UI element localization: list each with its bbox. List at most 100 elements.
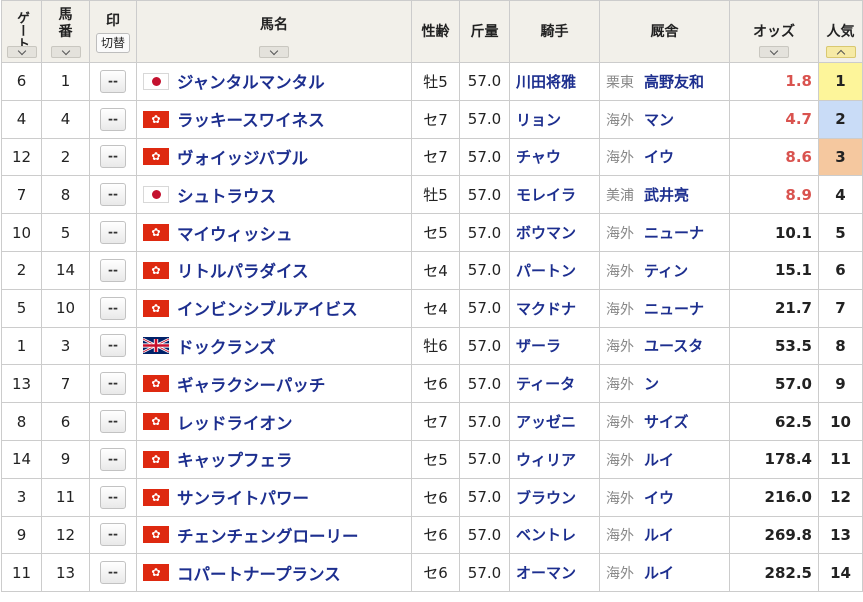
horse-name-link[interactable]: コパートナープランス (177, 565, 341, 584)
trainer-header: 厩舎 (599, 0, 730, 63)
jockey-link[interactable]: ティータ (509, 364, 600, 404)
odds-cell: 269.8 (729, 515, 819, 555)
popularity-sort-button[interactable] (825, 46, 856, 58)
mark-cell: -- (89, 99, 137, 139)
gate-cell: 11 (1, 553, 42, 593)
mark-select-button[interactable]: -- (100, 258, 126, 282)
umaban-header[interactable]: 馬番 (41, 0, 90, 63)
trainer-link[interactable]: サイズ (644, 413, 689, 431)
mark-select-button[interactable]: -- (100, 523, 126, 547)
popularity-cell: 13 (818, 515, 863, 555)
mark-select-button[interactable]: -- (100, 485, 126, 509)
trainer-cell: 海外ン (599, 364, 730, 404)
trainer-link[interactable]: ルイ (644, 526, 674, 544)
horse-name-link[interactable]: ドックランズ (177, 338, 276, 357)
mark-select-button[interactable]: -- (100, 372, 126, 396)
horse-name-cell: ✿ レッドライオン (136, 402, 412, 441)
horse-name-link[interactable]: ラッキースワイネス (177, 111, 325, 130)
trainer-link[interactable]: ン (644, 375, 659, 393)
jockey-link[interactable]: マクドナ (509, 288, 600, 328)
gate-cell: 4 (1, 99, 42, 139)
mark-select-button[interactable]: -- (100, 183, 126, 207)
mark-select-button[interactable]: -- (100, 296, 126, 320)
gate-cell: 10 (1, 213, 42, 252)
jockey-link[interactable]: パートン (509, 250, 600, 290)
horse-name-cell: ✿ リトルパラダイス (136, 250, 412, 290)
jockey-link[interactable]: ベントレ (509, 515, 600, 555)
trainer-link[interactable]: ルイ (644, 564, 674, 582)
trainer-link[interactable]: イウ (644, 148, 674, 166)
name-sort-button[interactable] (259, 46, 289, 58)
table-row: 8 6 -- ✿ レッドライオン セ7 57.0 アッゼニ 海外 サイズ 62.5 10 (1, 402, 863, 441)
popularity-cell: 11 (818, 439, 863, 479)
mark-select-button[interactable]: -- (100, 221, 126, 245)
mark-select-button[interactable]: -- (100, 145, 126, 169)
umaban-header-label: 馬番 (58, 6, 73, 40)
jockey-link[interactable]: ウィリア (509, 439, 600, 479)
trainer-link[interactable]: ティン (644, 262, 688, 280)
jockey-link[interactable]: ザーラ (509, 326, 600, 366)
mark-select-button[interactable]: -- (100, 334, 126, 358)
mark-cell: -- (89, 553, 137, 593)
horse-name-link[interactable]: レッドライオン (177, 414, 293, 433)
horse-name-link[interactable]: ヴォイッジバブル (177, 149, 308, 168)
horse-name-link[interactable]: ジャンタルマンタル (177, 73, 325, 92)
mark-toggle-button[interactable]: 切替 (95, 33, 130, 53)
sex-age-header: 性齢 (411, 0, 460, 63)
mark-select-button[interactable]: -- (100, 69, 126, 93)
jockey-link[interactable]: アッゼニ (509, 402, 600, 441)
mark-select-button[interactable]: -- (100, 410, 126, 434)
chevron-down-icon (17, 46, 26, 55)
odds-sort-button[interactable] (759, 46, 789, 58)
umaban-cell: 14 (41, 250, 90, 290)
mark-cell: -- (89, 250, 137, 290)
mark-select-button[interactable]: -- (100, 561, 126, 585)
popularity-cell: 2 (818, 99, 863, 139)
horse-name-link[interactable]: インビンシブルアイビス (177, 300, 358, 319)
gate-header[interactable]: ゲート (1, 0, 42, 63)
chevron-down-icon (61, 46, 70, 55)
horse-name-link[interactable]: シュトラウス (177, 187, 276, 206)
mark-select-button[interactable]: -- (100, 107, 126, 131)
chevron-down-icon (769, 46, 779, 55)
trainer-link[interactable]: 武井亮 (644, 186, 689, 204)
horse-name-link[interactable]: チェンチェングローリー (177, 527, 359, 546)
trainer-link[interactable]: イウ (644, 489, 674, 507)
jockey-link[interactable]: ボウマン (509, 213, 600, 252)
jockey-link[interactable]: オーマン (509, 553, 600, 593)
odds-header[interactable]: オッズ (729, 0, 819, 63)
gate-sort-button[interactable] (6, 46, 37, 58)
trainer-cell: 美浦 武井亮 (599, 175, 730, 215)
mark-cell: -- (89, 288, 137, 328)
horse-name-link[interactable]: キャップフェラ (177, 451, 293, 470)
umaban-sort-button[interactable] (50, 46, 81, 58)
umaban-cell: 6 (41, 402, 90, 441)
trainer-cell: 海外 ルイ (599, 553, 730, 593)
jockey-link[interactable]: チャウ (509, 137, 600, 177)
trainer-link[interactable]: ルイ (644, 451, 674, 469)
umaban-cell: 13 (41, 553, 90, 593)
trainer-link[interactable]: マン (644, 111, 674, 129)
odds-cell: 21.7 (729, 288, 819, 328)
horse-name-link[interactable]: マイウィッシュ (177, 225, 293, 244)
jockey-link[interactable]: ブラウン (509, 477, 600, 517)
trainer-area: 海外 (606, 452, 634, 469)
weight-cell: 57.0 (459, 62, 510, 101)
jockey-link[interactable]: モレイラ (509, 175, 600, 215)
trainer-link[interactable]: ユースタ (644, 337, 703, 355)
trainer-link[interactable]: 高野友和 (644, 73, 704, 91)
popularity-header[interactable]: 人気 (818, 0, 863, 63)
name-header[interactable]: 馬名 (136, 0, 412, 63)
weight-cell: 57.0 (459, 213, 510, 252)
horse-name-link[interactable]: サンライトパワー (177, 489, 309, 508)
mark-select-button[interactable]: -- (100, 447, 126, 471)
trainer-link[interactable]: ニューナ (644, 224, 704, 242)
horse-name-link[interactable]: ギャラクシーパッチ (177, 376, 325, 395)
horse-name-link[interactable]: リトルパラダイス (177, 262, 309, 281)
jockey-link[interactable]: 川田将雅 (509, 62, 600, 101)
gate-header-label: ゲート (14, 11, 29, 50)
trainer-link[interactable]: ニューナ (644, 300, 704, 318)
trainer-area: 海外 (606, 528, 634, 545)
jockey-link[interactable]: リョン (509, 99, 600, 139)
hong-kong-flag-icon: ✿ (143, 299, 169, 317)
